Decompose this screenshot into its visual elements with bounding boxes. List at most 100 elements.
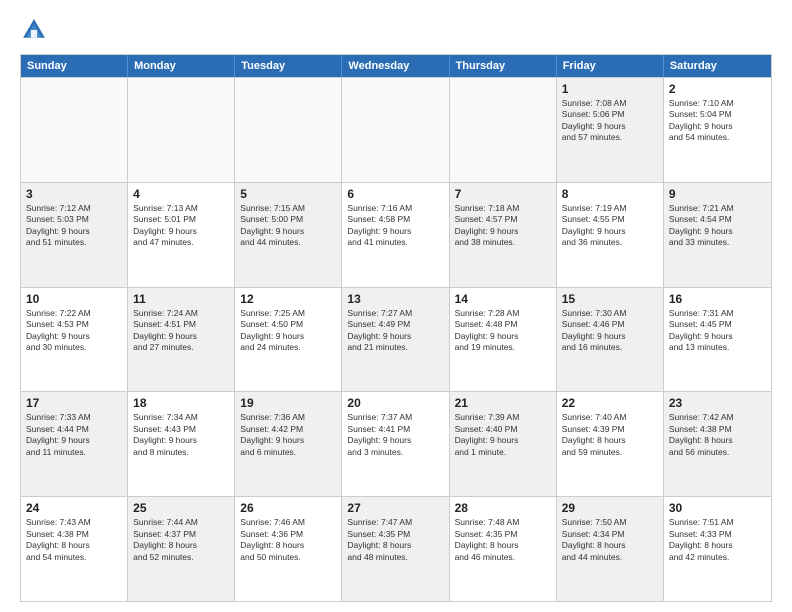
- cal-cell-20: 20 Sunrise: 7:37 AM Sunset: 4:41 PM Dayli…: [342, 392, 449, 496]
- col-header-sunday: Sunday: [21, 55, 128, 77]
- cal-cell-empty-0-2: [235, 78, 342, 182]
- day-details: Sunrise: 7:34 AM Sunset: 4:43 PM Dayligh…: [133, 412, 229, 458]
- calendar-header: SundayMondayTuesdayWednesdayThursdayFrid…: [21, 55, 771, 77]
- day-details: Sunrise: 7:15 AM Sunset: 5:00 PM Dayligh…: [240, 203, 336, 249]
- cal-cell-23: 23 Sunrise: 7:42 AM Sunset: 4:38 PM Dayli…: [664, 392, 771, 496]
- day-number: 13: [347, 292, 443, 306]
- calendar-body: 1 Sunrise: 7:08 AM Sunset: 5:06 PM Daylig…: [21, 77, 771, 601]
- col-header-thursday: Thursday: [450, 55, 557, 77]
- day-details: Sunrise: 7:36 AM Sunset: 4:42 PM Dayligh…: [240, 412, 336, 458]
- cal-cell-14: 14Sunrise: 7:28 AM Sunset: 4:48 PM Dayli…: [450, 288, 557, 392]
- day-number: 26: [240, 501, 336, 515]
- day-number: 2: [669, 82, 766, 96]
- day-number: 15: [562, 292, 658, 306]
- cal-cell-28: 28 Sunrise: 7:48 AM Sunset: 4:35 PM Dayli…: [450, 497, 557, 601]
- day-details: Sunrise: 7:42 AM Sunset: 4:38 PM Dayligh…: [669, 412, 766, 458]
- cal-cell-3: 3 Sunrise: 7:12 AM Sunset: 5:03 PM Daylig…: [21, 183, 128, 287]
- day-details: Sunrise: 7:50 AM Sunset: 4:34 PM Dayligh…: [562, 517, 658, 563]
- col-header-tuesday: Tuesday: [235, 55, 342, 77]
- cal-cell-25: 25 Sunrise: 7:44 AM Sunset: 4:37 PM Dayli…: [128, 497, 235, 601]
- cal-cell-4: 4 Sunrise: 7:13 AM Sunset: 5:01 PM Daylig…: [128, 183, 235, 287]
- cal-cell-26: 26 Sunrise: 7:46 AM Sunset: 4:36 PM Dayli…: [235, 497, 342, 601]
- cal-cell-7: 7 Sunrise: 7:18 AM Sunset: 4:57 PM Daylig…: [450, 183, 557, 287]
- cal-cell-27: 27 Sunrise: 7:47 AM Sunset: 4:35 PM Dayli…: [342, 497, 449, 601]
- cal-cell-9: 9Sunrise: 7:21 AM Sunset: 4:54 PM Daylig…: [664, 183, 771, 287]
- day-number: 29: [562, 501, 658, 515]
- day-number: 23: [669, 396, 766, 410]
- calendar-row-2: 10 Sunrise: 7:22 AM Sunset: 4:53 PM Dayli…: [21, 287, 771, 392]
- cal-cell-18: 18 Sunrise: 7:34 AM Sunset: 4:43 PM Dayli…: [128, 392, 235, 496]
- calendar-row-1: 3 Sunrise: 7:12 AM Sunset: 5:03 PM Daylig…: [21, 182, 771, 287]
- cal-cell-12: 12 Sunrise: 7:25 AM Sunset: 4:50 PM Dayli…: [235, 288, 342, 392]
- day-details: Sunrise: 7:44 AM Sunset: 4:37 PM Dayligh…: [133, 517, 229, 563]
- cal-cell-empty-0-4: [450, 78, 557, 182]
- day-details: Sunrise: 7:24 AM Sunset: 4:51 PM Dayligh…: [133, 308, 229, 354]
- day-details: Sunrise: 7:40 AM Sunset: 4:39 PM Dayligh…: [562, 412, 658, 458]
- calendar-row-4: 24 Sunrise: 7:43 AM Sunset: 4:38 PM Dayli…: [21, 496, 771, 601]
- day-number: 4: [133, 187, 229, 201]
- col-header-friday: Friday: [557, 55, 664, 77]
- day-number: 5: [240, 187, 336, 201]
- day-details: Sunrise: 7:27 AM Sunset: 4:49 PM Dayligh…: [347, 308, 443, 354]
- cal-cell-17: 17Sunrise: 7:33 AM Sunset: 4:44 PM Dayli…: [21, 392, 128, 496]
- day-number: 6: [347, 187, 443, 201]
- day-number: 14: [455, 292, 551, 306]
- cal-cell-8: 8 Sunrise: 7:19 AM Sunset: 4:55 PM Daylig…: [557, 183, 664, 287]
- page: SundayMondayTuesdayWednesdayThursdayFrid…: [0, 0, 792, 612]
- cal-cell-11: 11 Sunrise: 7:24 AM Sunset: 4:51 PM Dayli…: [128, 288, 235, 392]
- cal-cell-19: 19 Sunrise: 7:36 AM Sunset: 4:42 PM Dayli…: [235, 392, 342, 496]
- day-details: Sunrise: 7:30 AM Sunset: 4:46 PM Dayligh…: [562, 308, 658, 354]
- day-number: 8: [562, 187, 658, 201]
- day-number: 3: [26, 187, 122, 201]
- day-number: 7: [455, 187, 551, 201]
- day-details: Sunrise: 7:18 AM Sunset: 4:57 PM Dayligh…: [455, 203, 551, 249]
- header: [20, 16, 772, 44]
- day-details: Sunrise: 7:33 AM Sunset: 4:44 PM Dayligh…: [26, 412, 122, 458]
- day-details: Sunrise: 7:08 AM Sunset: 5:06 PM Dayligh…: [562, 98, 658, 144]
- day-number: 28: [455, 501, 551, 515]
- cal-cell-13: 13 Sunrise: 7:27 AM Sunset: 4:49 PM Dayli…: [342, 288, 449, 392]
- logo: [20, 16, 52, 44]
- day-number: 12: [240, 292, 336, 306]
- day-details: Sunrise: 7:46 AM Sunset: 4:36 PM Dayligh…: [240, 517, 336, 563]
- day-number: 24: [26, 501, 122, 515]
- day-details: Sunrise: 7:22 AM Sunset: 4:53 PM Dayligh…: [26, 308, 122, 354]
- day-number: 18: [133, 396, 229, 410]
- calendar-row-3: 17Sunrise: 7:33 AM Sunset: 4:44 PM Dayli…: [21, 391, 771, 496]
- day-details: Sunrise: 7:39 AM Sunset: 4:40 PM Dayligh…: [455, 412, 551, 458]
- cal-cell-empty-0-0: [21, 78, 128, 182]
- day-details: Sunrise: 7:21 AM Sunset: 4:54 PM Dayligh…: [669, 203, 766, 249]
- day-number: 11: [133, 292, 229, 306]
- cal-cell-empty-0-1: [128, 78, 235, 182]
- day-number: 30: [669, 501, 766, 515]
- col-header-wednesday: Wednesday: [342, 55, 449, 77]
- day-number: 10: [26, 292, 122, 306]
- cal-cell-22: 22Sunrise: 7:40 AM Sunset: 4:39 PM Dayli…: [557, 392, 664, 496]
- day-details: Sunrise: 7:47 AM Sunset: 4:35 PM Dayligh…: [347, 517, 443, 563]
- day-details: Sunrise: 7:37 AM Sunset: 4:41 PM Dayligh…: [347, 412, 443, 458]
- cal-cell-6: 6Sunrise: 7:16 AM Sunset: 4:58 PM Daylig…: [342, 183, 449, 287]
- day-number: 20: [347, 396, 443, 410]
- cal-cell-10: 10 Sunrise: 7:22 AM Sunset: 4:53 PM Dayli…: [21, 288, 128, 392]
- cal-cell-24: 24 Sunrise: 7:43 AM Sunset: 4:38 PM Dayli…: [21, 497, 128, 601]
- day-details: Sunrise: 7:43 AM Sunset: 4:38 PM Dayligh…: [26, 517, 122, 563]
- day-number: 19: [240, 396, 336, 410]
- day-details: Sunrise: 7:13 AM Sunset: 5:01 PM Dayligh…: [133, 203, 229, 249]
- cal-cell-15: 15 Sunrise: 7:30 AM Sunset: 4:46 PM Dayli…: [557, 288, 664, 392]
- cal-cell-21: 21Sunrise: 7:39 AM Sunset: 4:40 PM Dayli…: [450, 392, 557, 496]
- day-details: Sunrise: 7:19 AM Sunset: 4:55 PM Dayligh…: [562, 203, 658, 249]
- day-details: Sunrise: 7:10 AM Sunset: 5:04 PM Dayligh…: [669, 98, 766, 144]
- cal-cell-29: 29 Sunrise: 7:50 AM Sunset: 4:34 PM Dayli…: [557, 497, 664, 601]
- day-number: 25: [133, 501, 229, 515]
- day-number: 27: [347, 501, 443, 515]
- col-header-monday: Monday: [128, 55, 235, 77]
- cal-cell-empty-0-3: [342, 78, 449, 182]
- day-details: Sunrise: 7:12 AM Sunset: 5:03 PM Dayligh…: [26, 203, 122, 249]
- cal-cell-1: 1 Sunrise: 7:08 AM Sunset: 5:06 PM Daylig…: [557, 78, 664, 182]
- calendar: SundayMondayTuesdayWednesdayThursdayFrid…: [20, 54, 772, 602]
- day-details: Sunrise: 7:48 AM Sunset: 4:35 PM Dayligh…: [455, 517, 551, 563]
- day-number: 1: [562, 82, 658, 96]
- cal-cell-30: 30Sunrise: 7:51 AM Sunset: 4:33 PM Dayli…: [664, 497, 771, 601]
- calendar-row-0: 1 Sunrise: 7:08 AM Sunset: 5:06 PM Daylig…: [21, 77, 771, 182]
- day-details: Sunrise: 7:25 AM Sunset: 4:50 PM Dayligh…: [240, 308, 336, 354]
